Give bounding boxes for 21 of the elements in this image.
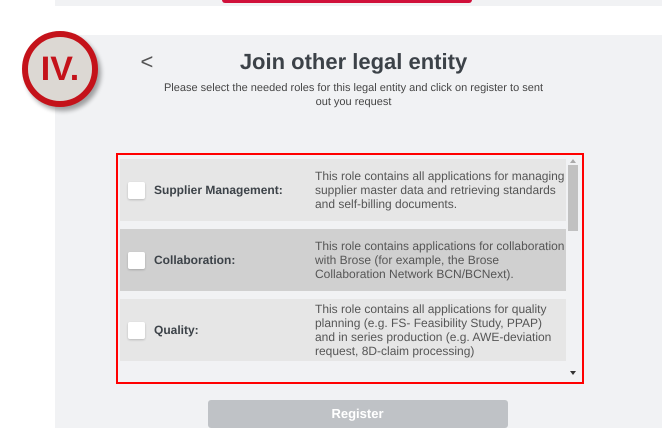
role-description: This role contains all applications for quality planning (e.g. FS- Feasibility Study, PPAP) and in series production (e.g. AWE-deviation request, 8D-claim processing): [315, 302, 552, 358]
role-row[interactable]: Quality: This role contains all applications for quality planning (e.g. FS- Feasibility Study, PPAP) and in series production (e.g. AWE-deviation request, 8D-claim processing): [120, 299, 566, 361]
scroll-down-icon[interactable]: [570, 371, 576, 375]
role-description: This role contains applications for collaboration with Brose (for example, the Brose Collaboration Network BCN/BCNext).: [315, 239, 565, 281]
role-checkbox[interactable]: [128, 252, 145, 268]
dialog-subtitle: Please select the needed roles for this legal entity and click on register to sent out you request: [162, 81, 544, 109]
back-button[interactable]: <: [140, 49, 154, 75]
role-name: Supplier Management:: [154, 183, 284, 197]
scroll-up-icon[interactable]: [570, 159, 576, 163]
role-row[interactable]: Supplier Management: This role contains all applications for managing supplier master data and retrieving standards and self-billing documents.: [120, 159, 566, 221]
scroll-thumb[interactable]: [568, 165, 578, 231]
role-checkbox[interactable]: [128, 322, 145, 338]
top-button[interactable]: [222, 0, 472, 3]
scrollbar[interactable]: [567, 159, 579, 375]
dialog-title: Join other legal entity: [240, 49, 468, 75]
role-row[interactable]: Collaboration: This role contains applications for collaboration with Brose (for example, the Brose Collaboration Network BCN/BCNext).: [120, 229, 566, 291]
role-name: Quality:: [154, 323, 200, 337]
role-description: This role contains all applications for managing supplier master data and retrieving standards and self-billing documents.: [315, 169, 565, 211]
role-checkbox[interactable]: [128, 182, 145, 198]
step-badge: IV.: [22, 31, 98, 107]
role-name: Collaboration:: [154, 253, 236, 267]
